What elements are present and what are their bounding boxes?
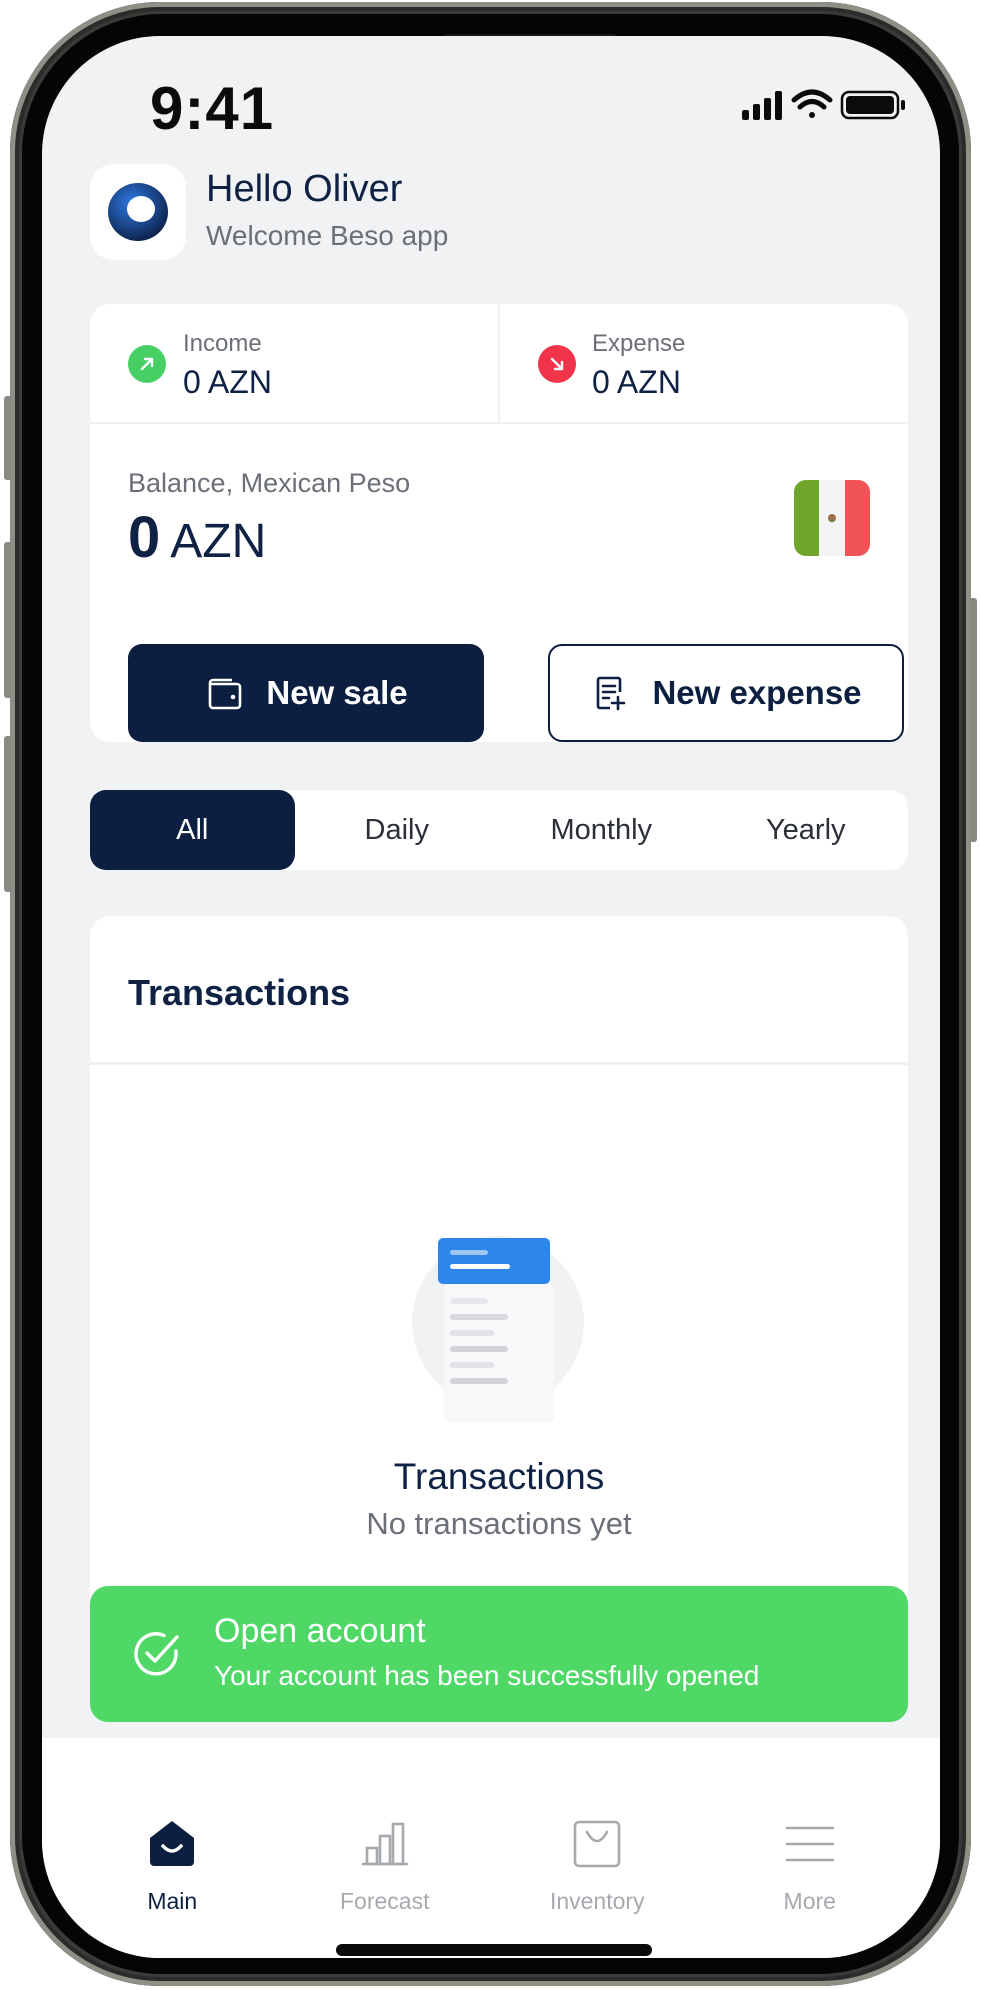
income-value: 0 AZN	[183, 364, 272, 400]
balance-label: Balance, Mexican Peso	[128, 468, 411, 498]
mexico-flag-icon[interactable]	[794, 480, 870, 556]
welcome-subtitle: Welcome Beso app	[206, 220, 449, 251]
shopping-bag-icon	[571, 1818, 623, 1870]
new-sale-label: New sale	[266, 674, 408, 711]
volume-down-button	[4, 736, 12, 892]
tab-monthly[interactable]: Monthly	[499, 790, 704, 870]
app-logo	[90, 164, 186, 260]
success-toast[interactable]: Open account Your account has been succe…	[90, 1586, 908, 1722]
balance-value: 0 AZN	[128, 504, 266, 571]
transactions-title: Transactions	[128, 972, 351, 1013]
empty-transactions-illustration	[408, 1218, 590, 1427]
nav-item-inventory[interactable]: Inventory	[491, 1738, 704, 1958]
bottom-nav: Main Forecast Inventory More	[42, 1738, 940, 1958]
phone-frame: 9:41 Hello Oliver Welcome Beso app Incom…	[4, 2, 977, 1986]
screen: 9:41 Hello Oliver Welcome Beso app Incom…	[42, 36, 940, 1958]
receipt-add-icon	[597, 676, 626, 711]
menu-icon	[784, 1818, 836, 1870]
status-time: 9:41	[150, 75, 275, 142]
transactions-separator	[90, 1062, 908, 1065]
empty-state-title: Transactions	[393, 1456, 605, 1497]
nav-item-more[interactable]: More	[704, 1738, 917, 1958]
nav-item-forecast[interactable]: Forecast	[279, 1738, 492, 1958]
home-icon	[146, 1818, 198, 1870]
tab-daily[interactable]: Daily	[295, 790, 500, 870]
home-indicator[interactable]	[336, 1944, 652, 1956]
silent-switch	[4, 396, 12, 480]
tab-all[interactable]: All	[90, 790, 295, 870]
arrow-up-right-icon	[128, 345, 166, 383]
battery-icon	[840, 90, 905, 120]
balance-currency: AZN	[170, 515, 267, 568]
greeting: Hello Oliver	[206, 168, 403, 210]
nav-item-main[interactable]: Main	[66, 1738, 279, 1958]
nav-label-forecast: Forecast	[340, 1888, 430, 1914]
income-label: Income	[183, 330, 262, 357]
wallet-icon	[209, 678, 242, 710]
power-button	[969, 598, 977, 842]
empty-state-message: No transactions yet	[366, 1506, 632, 1541]
toast-title: Open account	[214, 1612, 426, 1650]
nav-label-more: More	[783, 1888, 836, 1914]
new-sale-button[interactable]: New sale	[128, 644, 484, 742]
volume-up-button	[4, 542, 12, 698]
expense-value: 0 AZN	[592, 364, 681, 400]
wifi-icon	[791, 89, 833, 118]
status-icons	[742, 86, 908, 122]
nav-label-main: Main	[147, 1888, 198, 1914]
check-circle-icon	[128, 1626, 184, 1687]
toast-message: Your account has been successfully opene…	[214, 1660, 760, 1691]
summary-divider	[498, 304, 500, 424]
balance-amount: 0	[128, 505, 161, 570]
summary-card: Income 0 AZN Expense 0 AZN Balance, Mexi…	[90, 304, 908, 742]
signal-icon	[742, 91, 782, 120]
expense-label: Expense	[592, 330, 686, 357]
income-expense-row: Income 0 AZN Expense 0 AZN	[90, 304, 908, 424]
new-expense-button[interactable]: New expense	[548, 644, 904, 742]
bar-chart-icon	[359, 1818, 411, 1870]
arrow-down-right-icon	[538, 345, 576, 383]
period-tabs: All Daily Monthly Yearly	[90, 790, 908, 870]
transactions-card: Transactions Transactions No transaction…	[90, 916, 908, 1636]
nav-label-inventory: Inventory	[549, 1888, 645, 1914]
new-expense-label: New expense	[652, 674, 862, 711]
tab-yearly[interactable]: Yearly	[704, 790, 909, 870]
beso-logo-icon	[108, 183, 168, 241]
